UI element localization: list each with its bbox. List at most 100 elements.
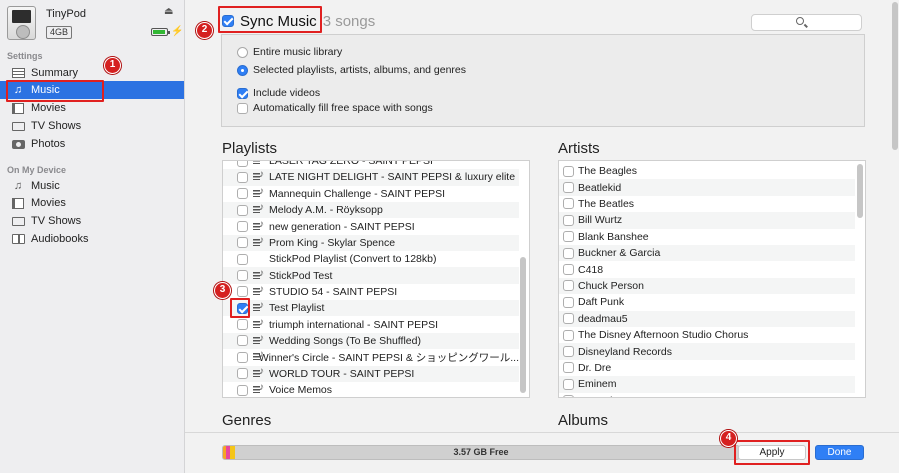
playlist-row[interactable]: new generation - SAINT PEPSI xyxy=(223,218,519,234)
artist-checkbox[interactable] xyxy=(563,329,574,341)
artist-checkbox[interactable] xyxy=(563,264,574,276)
sync-song-count: 3 songs xyxy=(322,12,376,30)
playlist-icon xyxy=(253,317,265,330)
playlist-row[interactable]: StickPod Test xyxy=(223,267,519,284)
artist-checkbox[interactable] xyxy=(563,214,574,226)
artist-row[interactable]: The Beagles xyxy=(559,163,855,179)
playlist-checkbox[interactable] xyxy=(237,335,248,347)
sidebar-item-device-audiobooks[interactable]: Audiobooks xyxy=(0,230,184,248)
artist-label: Chuck Person xyxy=(578,279,644,292)
sidebar-item-tv-shows[interactable]: TV Shows xyxy=(0,117,184,135)
playlist-row[interactable]: Melody A.M. - Röyksopp xyxy=(223,202,519,219)
playlist-row[interactable]: LASER TAG ZERO - SAINT PEPSI xyxy=(223,161,519,169)
playlists-scrollbar[interactable] xyxy=(520,257,526,393)
option-autofill[interactable]: Automatically fill free space with songs xyxy=(237,102,433,114)
device-capacity-badge: 4GB xyxy=(46,26,73,39)
artist-checkbox[interactable] xyxy=(563,182,574,194)
artist-row[interactable]: Disneyland Records xyxy=(559,343,855,360)
artist-row[interactable]: Buckner & Garcia xyxy=(559,245,855,262)
playlist-row[interactable]: Test Playlist xyxy=(223,300,519,317)
artist-checkbox[interactable] xyxy=(563,362,574,374)
sidebar-item-label: Summary xyxy=(31,67,79,79)
artist-row[interactable]: Daft Punk xyxy=(559,294,855,310)
sidebar-item-photos[interactable]: Photos xyxy=(0,135,184,153)
playlist-label: Test Playlist xyxy=(269,302,325,315)
artist-checkbox[interactable] xyxy=(563,247,574,259)
option-include-videos[interactable]: Include videos xyxy=(237,87,320,99)
playlist-checkbox[interactable] xyxy=(237,270,248,282)
artist-checkbox[interactable] xyxy=(563,395,574,397)
autofill-label: Automatically fill free space with songs xyxy=(253,102,433,114)
playlist-label: new generation - SAINT PEPSI xyxy=(269,220,415,233)
artist-row[interactable]: Bill Wurtz xyxy=(559,212,855,229)
artist-row[interactable]: Fantasia xyxy=(559,393,855,397)
artist-row[interactable]: Blank Banshee xyxy=(559,229,855,245)
artist-checkbox[interactable] xyxy=(563,231,574,243)
playlist-checkbox[interactable] xyxy=(237,204,248,216)
artist-checkbox[interactable] xyxy=(563,346,574,358)
artist-label: Disneyland Records xyxy=(578,345,672,358)
artist-checkbox[interactable] xyxy=(563,313,574,325)
playlist-checkbox[interactable] xyxy=(237,221,248,233)
artist-checkbox[interactable] xyxy=(563,280,574,292)
artist-row[interactable]: Dr. Dre xyxy=(559,360,855,376)
playlist-checkbox[interactable] xyxy=(237,319,248,331)
option-entire-library[interactable]: Entire music library xyxy=(237,46,342,58)
option-selected-items[interactable]: Selected playlists, artists, albums, and… xyxy=(237,64,466,76)
tv-icon xyxy=(11,120,25,132)
artist-checkbox[interactable] xyxy=(563,165,574,177)
artist-label: Dr. Dre xyxy=(578,361,612,374)
sidebar-item-device-music[interactable]: ♫ Music xyxy=(0,177,184,195)
playlist-row[interactable]: Voice Memos xyxy=(223,382,519,397)
artist-row[interactable]: C418 xyxy=(559,261,855,277)
artist-label: Fantasia xyxy=(578,395,618,397)
artist-row[interactable]: The Disney Afternoon Studio Chorus xyxy=(559,327,855,343)
artist-checkbox[interactable] xyxy=(563,378,574,390)
playlist-row[interactable]: StickPod Playlist (Convert to 128kb) xyxy=(223,251,519,267)
playlist-icon xyxy=(253,366,265,379)
playlist-checkbox[interactable] xyxy=(237,384,248,396)
playlist-checkbox[interactable] xyxy=(237,171,248,183)
sidebar-item-device-tv-shows[interactable]: TV Shows xyxy=(0,212,184,230)
playlist-row[interactable]: WORLD TOUR - SAINT PEPSI xyxy=(223,365,519,382)
artist-label: deadmau5 xyxy=(578,312,628,325)
playlist-row[interactable]: Winner's Circle - SAINT PEPSI & ショッピングワー… xyxy=(223,349,519,365)
done-button[interactable]: Done xyxy=(815,445,864,460)
device-header[interactable]: TinyPod 4GB ⏏ ⚡ xyxy=(0,0,185,44)
sidebar-item-device-movies[interactable]: Movies xyxy=(0,194,184,212)
artist-checkbox[interactable] xyxy=(563,198,574,210)
on-my-device-section-label: On My Device xyxy=(7,165,67,175)
playlist-checkbox[interactable] xyxy=(237,368,248,380)
annotation-highlight-apply xyxy=(734,440,810,465)
playlist-row[interactable]: triumph international - SAINT PEPSI xyxy=(223,317,519,333)
artist-row[interactable]: Beatlekid xyxy=(559,179,855,196)
playlist-row[interactable]: Wedding Songs (To Be Shuffled) xyxy=(223,332,519,350)
main-scrollbar[interactable] xyxy=(892,2,898,150)
artist-row[interactable]: The Beatles xyxy=(559,196,855,212)
artists-scrollbar[interactable] xyxy=(857,164,863,218)
playlist-checkbox[interactable] xyxy=(237,253,248,265)
playlist-checkbox[interactable] xyxy=(237,286,248,298)
playlist-icon xyxy=(253,186,265,199)
playlist-row[interactable]: Prom King - Skylar Spence xyxy=(223,234,519,252)
playlist-checkbox[interactable] xyxy=(237,161,248,167)
artist-checkbox[interactable] xyxy=(563,296,574,308)
autofill-checkbox[interactable] xyxy=(237,102,248,114)
search-input[interactable] xyxy=(751,14,862,31)
artist-row[interactable]: Chuck Person xyxy=(559,277,855,295)
playlists-list[interactable]: LASER TAG ZERO - SAINT PEPSI LATE NIGHT D… xyxy=(222,160,530,398)
include-videos-checkbox[interactable] xyxy=(237,87,248,99)
playlist-checkbox[interactable] xyxy=(237,351,248,363)
artist-label: Bill Wurtz xyxy=(578,214,623,227)
eject-icon[interactable]: ⏏ xyxy=(164,6,173,17)
playlist-checkbox[interactable] xyxy=(237,237,248,249)
playlist-checkbox[interactable] xyxy=(237,188,248,200)
playlist-row[interactable]: LATE NIGHT DELIGHT - SAINT PEPSI & luxur… xyxy=(223,169,519,186)
selected-items-radio[interactable] xyxy=(237,64,248,76)
playlist-row[interactable]: Mannequin Challenge - SAINT PEPSI xyxy=(223,186,519,202)
playlist-row[interactable]: STUDIO 54 - SAINT PEPSI xyxy=(223,284,519,300)
artist-row[interactable]: deadmau5 xyxy=(559,310,855,327)
entire-library-radio[interactable] xyxy=(237,46,248,58)
artists-list[interactable]: The Beagles Beatlekid The Beatles Bill Wurt… xyxy=(558,160,866,398)
artist-row[interactable]: Eminem xyxy=(559,376,855,393)
